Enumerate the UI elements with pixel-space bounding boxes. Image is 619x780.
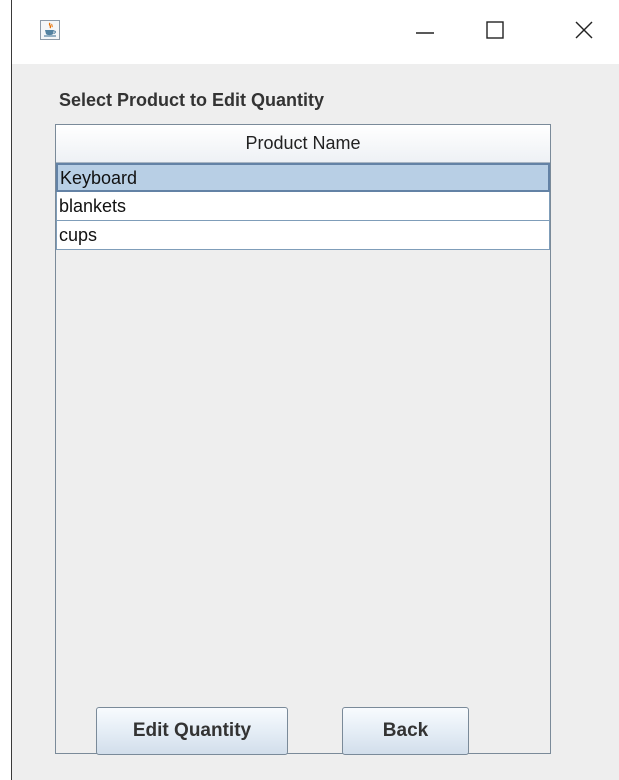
table-body: Keyboard blankets cups	[56, 163, 550, 250]
window-edge	[0, 0, 12, 780]
table-row[interactable]: blankets	[56, 192, 550, 221]
title-bar[interactable]	[12, 0, 619, 64]
application-window: Select Product to Edit Quantity Product …	[0, 0, 619, 780]
java-coffee-cup-icon	[40, 20, 60, 40]
minimize-icon	[415, 20, 435, 45]
table-row[interactable]: Keyboard	[56, 163, 550, 192]
page-title: Select Product to Edit Quantity	[59, 90, 325, 110]
back-button[interactable]: Back	[342, 707, 469, 755]
maximize-icon	[485, 20, 505, 45]
minimize-button[interactable]	[390, 0, 460, 64]
column-header-product-name[interactable]: Product Name	[56, 125, 550, 163]
close-icon	[574, 20, 594, 45]
close-button[interactable]	[549, 0, 619, 64]
maximize-button[interactable]	[460, 0, 530, 64]
table-row[interactable]: cups	[56, 221, 550, 250]
product-table[interactable]: Product Name Keyboard blankets cups	[55, 124, 551, 754]
content-panel: Select Product to Edit Quantity Product …	[12, 64, 619, 780]
edit-quantity-button[interactable]: Edit Quantity	[96, 707, 288, 755]
